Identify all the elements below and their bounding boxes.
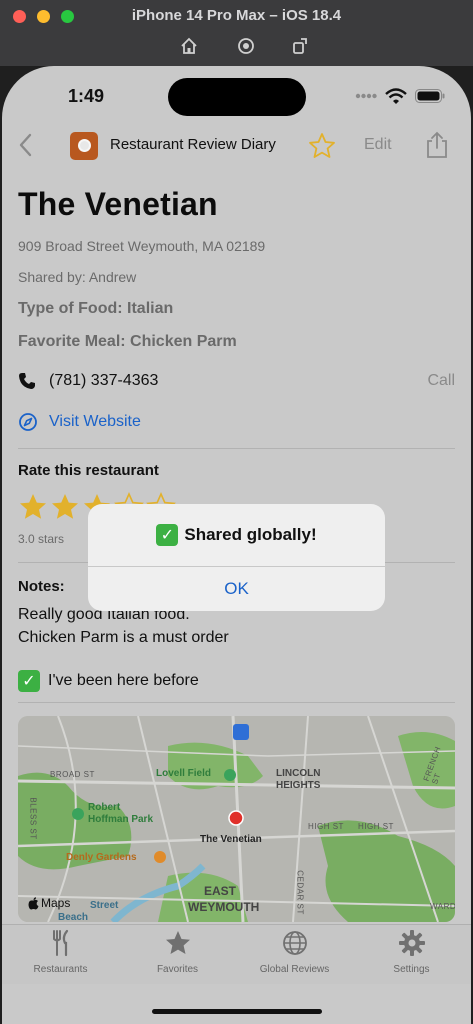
tab-label: Restaurants [33,964,88,975]
shared-by: Shared by: Andrew [18,269,137,285]
tab-label: Settings [393,964,430,975]
map-place-beach: Beach [58,912,89,922]
divider [18,702,455,703]
alert-title-text: Shared globally! [184,525,317,544]
home-icon[interactable] [179,36,199,56]
map-road: BLESS ST [28,797,38,840]
restaurant-name: The Venetian [18,186,218,222]
cellular-icon [355,93,377,99]
gear-icon [398,930,425,956]
star-1-icon[interactable] [18,492,48,522]
map-place-heights: HEIGHTS [276,780,321,791]
back-chevron-icon[interactable] [14,130,38,160]
tab-label: Favorites [156,964,199,975]
alert-ok-button[interactable]: OK [88,567,385,611]
notes-line-2: Chicken Parm is a must order [18,629,229,646]
rate-title: Rate this restaurant [18,462,159,479]
share-icon[interactable] [424,130,450,160]
status-bar: 1:49 [2,66,471,120]
map-road: CEDAR ST [295,870,305,915]
screenshot-icon[interactable] [236,36,256,56]
fork-knife-icon [52,929,68,957]
edit-button[interactable]: Edit [364,136,392,154]
tab-bar: Restaurants Favorites Global Reviews Set… [2,924,471,984]
compass-icon [19,413,37,431]
checkmark-icon: ✓ [18,670,40,692]
map-place-denly-gardens: Denly Gardens [66,852,137,863]
favorite-star-icon[interactable] [308,132,336,160]
food-type: Type of Food: Italian [18,300,174,317]
map-pin-label: The Venetian [200,834,262,845]
tab-label: Global Reviews [259,964,330,975]
dynamic-island [168,78,306,116]
notes-title: Notes: [18,578,65,595]
home-indicator[interactable] [152,1009,322,1014]
simulator-title: iPhone 14 Pro Max – iOS 18.4 [131,7,342,24]
star-icon [165,931,190,954]
maps-attribution-label: Maps [41,896,71,910]
nav-title: Restaurant Review Diary [110,136,276,153]
globe-icon [282,931,307,955]
map-place-hoffman-park: Hoffman Park [88,814,154,825]
plate-icon [78,139,91,152]
tab-global-reviews[interactable]: Global Reviews [236,929,353,975]
shared-alert-dialog: ✓ Shared globally! OK [88,504,385,611]
navigation-bar: Restaurant Review Diary Edit [2,124,471,168]
map-view[interactable]: Lovell Field LINCOLN HEIGHTS Robert Hoff… [18,716,455,922]
rotate-icon[interactable] [290,36,310,56]
restaurant-address: 909 Broad Street Weymouth, MA 02189 [18,238,266,254]
map-place-lovell-field: Lovell Field [156,768,212,779]
phone-icon [19,373,35,389]
tab-favorites[interactable]: Favorites [119,929,236,975]
alert-title: ✓ Shared globally! [88,524,385,546]
map-place-street: Street [90,900,119,911]
checkmark-icon: ✓ [156,524,179,546]
map-place-robert: Robert [88,802,121,813]
status-time: 1:49 [68,86,105,106]
map-road: HIGH ST [358,822,394,831]
divider [18,448,455,449]
tab-restaurants[interactable]: Restaurants [2,929,119,975]
tab-settings[interactable]: Settings [353,929,470,975]
battery-icon [415,89,445,103]
rating-label: 3.0 stars [18,532,65,546]
phone-number[interactable]: (781) 337-4363 [49,372,158,390]
visited-label: I've been here before [48,672,199,689]
maps-attribution[interactable]: Maps [28,896,70,910]
map-place-lincoln: LINCOLN [276,768,321,779]
map-place-east: EAST [204,884,237,898]
call-button[interactable]: Call [427,372,455,390]
map-place-weymouth: WEYMOUTH [188,900,260,914]
map-road: WARD [430,902,455,911]
wifi-icon [385,88,407,104]
map-road: BROAD ST [50,770,95,779]
simulator-title-bar: iPhone 14 Pro Max – iOS 18.4 [0,0,473,66]
apple-logo-icon [28,896,39,909]
map-road: HIGH ST [308,822,344,831]
visit-website-link[interactable]: Visit Website [49,413,141,431]
status-icons [355,88,445,104]
visited-checkbox[interactable]: ✓ I've been here before [18,670,199,692]
favorite-meal: Favorite Meal: Chicken Parm [18,333,237,350]
star-2-icon[interactable] [50,492,80,522]
map-background [18,716,455,922]
